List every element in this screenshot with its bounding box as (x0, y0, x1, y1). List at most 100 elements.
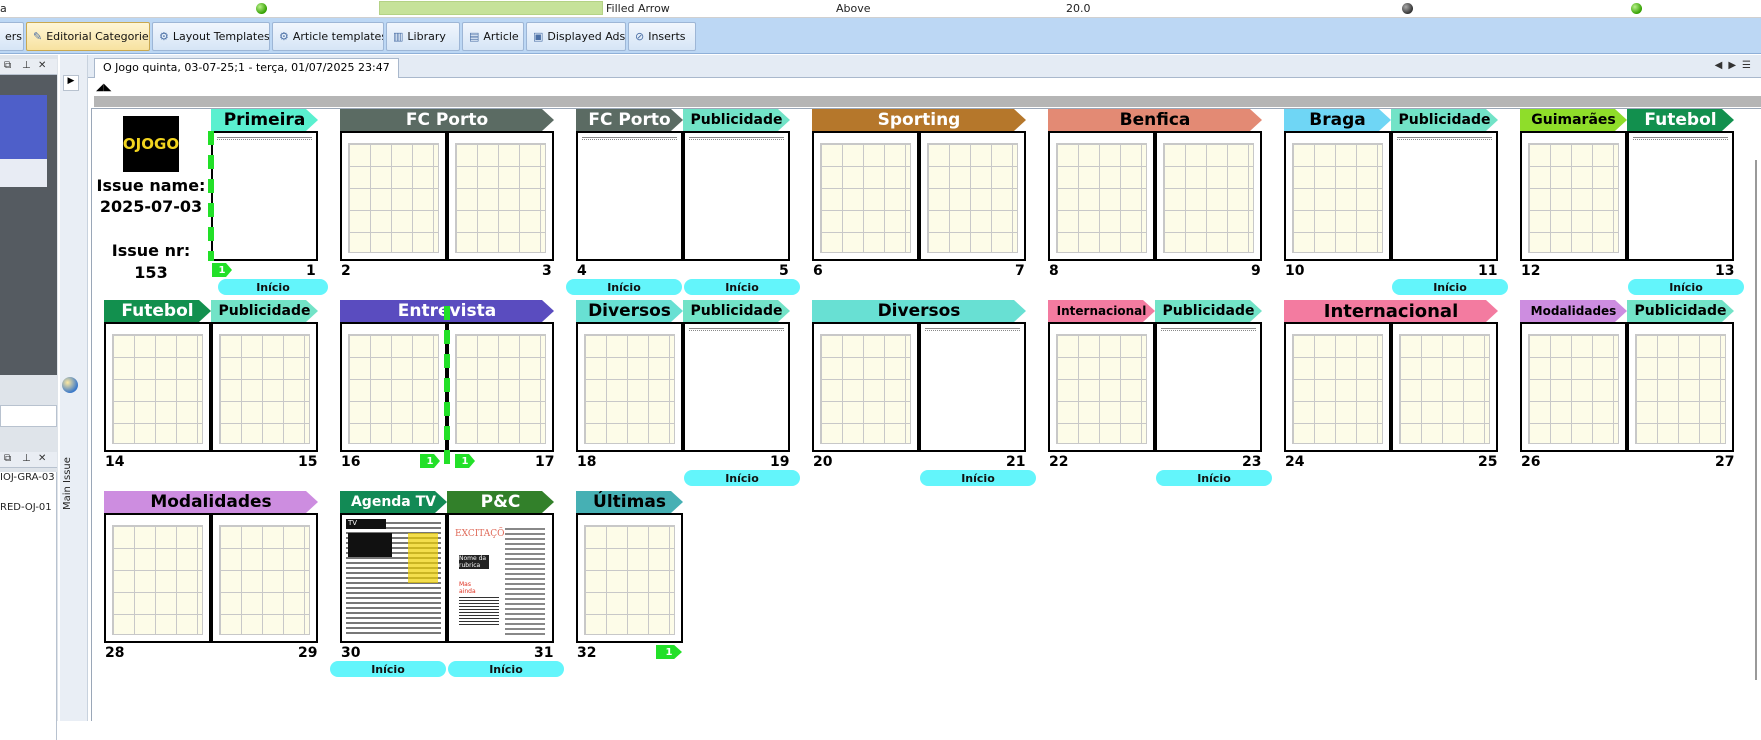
section-banner-publicidade[interactable]: Publicidade (1391, 109, 1498, 131)
section-banner-futebol[interactable]: Futebol (104, 300, 211, 322)
section-break-marker[interactable] (208, 131, 214, 261)
section-banner-internacional[interactable]: Internacional (1048, 300, 1155, 322)
section-banner-agenda-tv[interactable]: Agenda TV (340, 491, 447, 513)
page-14[interactable] (104, 322, 211, 452)
inicio-badge[interactable]: Início (1156, 470, 1272, 486)
inicio-badge[interactable]: Início (684, 470, 800, 486)
page-9[interactable] (1155, 131, 1262, 261)
page-8[interactable] (1048, 131, 1155, 261)
tab-article-templates[interactable]: ⚙ Article templates (272, 22, 384, 51)
page-15[interactable] (211, 322, 318, 452)
section-banner-fcporto[interactable]: FC Porto (576, 109, 683, 131)
page-25[interactable] (1391, 322, 1498, 452)
section-banner-publicidade[interactable]: Publicidade (211, 300, 318, 322)
page-preview-thumbnail[interactable] (0, 95, 47, 159)
color-swatch[interactable] (379, 1, 603, 15)
tab-library[interactable]: ▥ Library (386, 22, 460, 51)
globe-icon[interactable] (62, 377, 78, 393)
page-13[interactable] (1627, 131, 1734, 261)
page-1[interactable] (211, 131, 318, 261)
section-banner-guimaraes[interactable]: Guimarães (1520, 109, 1627, 131)
section-banner-fcporto[interactable]: FC Porto (340, 109, 554, 131)
page-30[interactable]: TV (340, 513, 447, 643)
page-24[interactable] (1284, 322, 1391, 452)
page-2[interactable] (340, 131, 447, 261)
position-value[interactable]: Above (836, 2, 871, 15)
status-green-icon[interactable] (1631, 3, 1642, 14)
page-11[interactable] (1391, 131, 1498, 261)
inicio-badge[interactable]: Início (1392, 279, 1508, 295)
pin-icon[interactable]: ⊥ (22, 60, 31, 71)
section-banner-diversos[interactable]: Diversos (812, 300, 1026, 322)
tab-main-issue[interactable]: Main Issue (62, 457, 73, 510)
page-31[interactable]: EXCITAÇÕES Nome da rubrica Mas ainda enc… (447, 513, 554, 643)
page-6[interactable] (812, 131, 919, 261)
collapse-arrows-icon[interactable]: ◢◣ (96, 82, 111, 93)
section-banner-publicidade[interactable]: Publicidade (1627, 300, 1734, 322)
section-banner-publicidade[interactable]: Publicidade (683, 300, 790, 322)
page-32[interactable] (576, 513, 683, 643)
close-icon[interactable]: ✕ (38, 60, 46, 71)
section-banner-diversos[interactable]: Diversos (576, 300, 683, 322)
pin-icon[interactable]: ⊥ (22, 453, 31, 464)
page-16[interactable] (340, 322, 447, 452)
section-banner-publicidade[interactable]: Publicidade (1155, 300, 1262, 322)
page-26[interactable] (1520, 322, 1627, 452)
page-28[interactable] (104, 513, 211, 643)
page-7[interactable] (919, 131, 1026, 261)
inicio-badge[interactable]: Início (684, 279, 800, 295)
section-banner-ultimas[interactable]: Últimas (576, 491, 683, 513)
page-27[interactable] (1627, 322, 1734, 452)
section-break-marker[interactable] (444, 306, 450, 474)
scrollbar[interactable] (1755, 160, 1757, 680)
status-green-icon[interactable] (256, 3, 267, 14)
list-item[interactable]: RED-OJ-01 (0, 502, 52, 513)
tab-inserts[interactable]: ⊘ Inserts (628, 22, 696, 51)
page-20[interactable] (812, 322, 919, 452)
page-23[interactable] (1155, 322, 1262, 452)
section-banner-modalidades[interactable]: Modalidades (104, 491, 318, 513)
section-banner-futebol[interactable]: Futebol (1627, 109, 1734, 131)
section-banner-internacional[interactable]: Internacional (1284, 300, 1498, 322)
section-banner-benfica[interactable]: Benfica (1048, 109, 1262, 131)
size-value[interactable]: 20.0 (1066, 2, 1091, 15)
list-item[interactable]: IOJ-GRA-03 (0, 472, 55, 483)
inicio-badge[interactable]: Início (1628, 279, 1744, 295)
tab-displayed-ads[interactable]: ▣ Displayed Ads (526, 22, 626, 51)
section-banner-primeira[interactable]: Primeira (211, 109, 318, 131)
panel-input[interactable] (0, 405, 57, 427)
page-29[interactable] (211, 513, 318, 643)
section-banner-sporting[interactable]: Sporting (812, 109, 1026, 131)
section-banner-modalidades[interactable]: Modalidades (1520, 300, 1627, 322)
close-icon[interactable]: ✕ (38, 453, 46, 464)
page-17[interactable] (447, 322, 554, 452)
status-gray-icon[interactable] (1402, 3, 1413, 14)
tab-article[interactable]: ▤ Article (462, 22, 524, 51)
section-banner-pc[interactable]: P&C (447, 491, 554, 513)
page-4[interactable] (576, 131, 683, 261)
page-3[interactable] (447, 131, 554, 261)
expand-arrow-icon[interactable]: ▶ (63, 75, 79, 91)
inicio-badge[interactable]: Início (330, 661, 446, 677)
page-5[interactable] (683, 131, 790, 261)
restore-icon[interactable]: ⧉ (4, 453, 11, 464)
document-tab[interactable]: O Jogo quinta, 03-07-25;1 - terça, 01/07… (94, 58, 399, 78)
tab-nav-arrows-icon[interactable]: ◀▶☰ (1715, 60, 1757, 71)
page-12[interactable] (1520, 131, 1627, 261)
page-19[interactable] (683, 322, 790, 452)
page-18[interactable] (576, 322, 683, 452)
tab-partial[interactable]: ers (0, 22, 24, 51)
tab-editorial-categories[interactable]: ✎ Editorial Categories (26, 22, 150, 51)
section-banner-braga[interactable]: Braga (1284, 109, 1391, 131)
arrow-style-value[interactable]: Filled Arrow (606, 2, 670, 15)
section-banner-publicidade[interactable]: Publicidade (683, 109, 790, 131)
tab-layout-templates[interactable]: ⚙ Layout Templates (152, 22, 270, 51)
inicio-badge[interactable]: Início (566, 279, 682, 295)
page-22[interactable] (1048, 322, 1155, 452)
inicio-badge[interactable]: Início (218, 279, 328, 295)
inicio-badge[interactable]: Início (920, 470, 1036, 486)
restore-icon[interactable]: ⧉ (4, 60, 11, 71)
inicio-badge[interactable]: Início (448, 661, 564, 677)
page-21[interactable] (919, 322, 1026, 452)
page-10[interactable] (1284, 131, 1391, 261)
